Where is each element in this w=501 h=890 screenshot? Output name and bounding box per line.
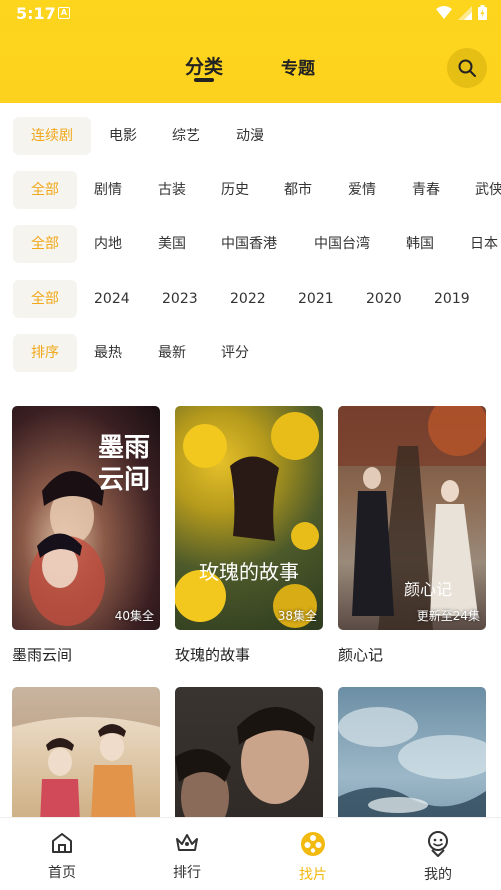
filter-year-2023[interactable]: 2023	[162, 280, 198, 318]
filter-genre-drama[interactable]: 剧情	[94, 171, 122, 209]
filter-region-korea[interactable]: 韩国	[406, 225, 434, 263]
filter-region-hongkong[interactable]: 中国香港	[221, 225, 277, 263]
show-card[interactable]: 墨雨 云间 40集全 墨雨云间	[12, 406, 160, 665]
tab-category[interactable]: 分类	[185, 52, 223, 79]
filter-type-anime[interactable]: 动漫	[236, 117, 264, 155]
poster-art	[175, 412, 319, 628]
filter-genre-history[interactable]: 历史	[221, 171, 249, 209]
filter-year-2020[interactable]: 2020	[366, 280, 402, 318]
filter-type-variety[interactable]: 综艺	[172, 117, 200, 155]
nav-ranking[interactable]: 排行	[157, 830, 217, 882]
poster-title-text: 颜心记	[404, 580, 453, 599]
show-card[interactable]: 玫瑰的故事 38集全 玫瑰的故事	[175, 406, 323, 665]
filter-year-all[interactable]: 全部	[13, 280, 77, 318]
filter-row-sort: 排序 最热 最新 评分	[0, 334, 501, 372]
poster-image: 颜心记 更新至24集	[338, 406, 486, 630]
poster-image: 玫瑰的故事 38集全	[175, 406, 323, 630]
bottom-nav: 首页 排行 找片 我的	[0, 817, 501, 890]
filter-row-type: 连续剧 电影 综艺 动漫	[0, 117, 501, 155]
header: 5:17 A 分类 专题	[0, 0, 501, 103]
film-reel-icon	[301, 832, 325, 856]
filter-genre-all[interactable]: 全部	[13, 171, 77, 209]
filter-genre-urban[interactable]: 都市	[284, 171, 312, 209]
nav-home[interactable]: 首页	[32, 830, 92, 882]
nav-mine-label: 我的	[424, 867, 452, 883]
filter-year-2019[interactable]: 2019	[434, 280, 470, 318]
filter-year-2022[interactable]: 2022	[230, 280, 266, 318]
active-tab-indicator	[194, 78, 214, 82]
filter-genre-youth[interactable]: 青春	[412, 171, 440, 209]
status-icons	[436, 5, 487, 20]
profile-icon	[428, 831, 448, 857]
filter-type-series[interactable]: 连续剧	[13, 117, 91, 155]
home-icon	[52, 833, 72, 853]
filter-sort-rating[interactable]: 评分	[221, 334, 249, 372]
nav-find-label: 找片	[299, 867, 327, 883]
filter-row-region: 全部 内地 美国 中国香港 中国台湾 韩国 日本	[0, 225, 501, 263]
filter-year-2024[interactable]: 2024	[94, 280, 130, 318]
filter-row-year: 全部 2024 2023 2022 2021 2020 2019	[0, 280, 501, 318]
filter-region-all[interactable]: 全部	[13, 225, 77, 263]
show-title: 墨雨云间	[12, 646, 73, 664]
show-card[interactable]: 颜心记 更新至24集 颜心记	[338, 406, 486, 665]
show-title: 玫瑰的故事	[175, 646, 251, 664]
poster-image: 墨雨 云间 40集全	[12, 406, 160, 630]
filter-genre-wuxia[interactable]: 武侠	[475, 171, 501, 209]
filter-region-usa[interactable]: 美国	[158, 225, 186, 263]
filter-year-2021[interactable]: 2021	[298, 280, 334, 318]
episode-badge: 40集全	[114, 609, 154, 623]
nav-mine[interactable]: 我的	[408, 830, 468, 884]
tab-topics[interactable]: 专题	[281, 54, 315, 79]
signal-icon	[458, 5, 472, 20]
poster-title-text: 玫瑰的故事	[199, 560, 299, 584]
filter-row-genre: 全部 剧情 古装 历史 都市 爱情 青春 武侠	[0, 171, 501, 209]
filter-region-mainland[interactable]: 内地	[94, 225, 122, 263]
filter-sort-label[interactable]: 排序	[13, 334, 77, 372]
episode-badge: 38集全	[277, 609, 317, 623]
wifi-icon	[436, 5, 452, 19]
top-tabs: 分类 专题	[0, 52, 501, 82]
filter-region-japan[interactable]: 日本	[470, 225, 498, 263]
poster-title-text: 墨雨 云间	[97, 433, 150, 495]
search-icon	[458, 59, 476, 77]
status-bar: 5:17 A	[0, 0, 501, 30]
filter-genre-costume[interactable]: 古装	[158, 171, 186, 209]
episode-badge: 更新至24集	[416, 609, 480, 623]
nav-ranking-label: 排行	[173, 865, 201, 881]
show-title: 颜心记	[338, 646, 384, 664]
nav-find[interactable]: 找片	[283, 830, 343, 884]
filter-sort-hottest[interactable]: 最热	[94, 334, 122, 372]
filter-sort-newest[interactable]: 最新	[158, 334, 186, 372]
filter-type-movie[interactable]: 电影	[109, 117, 137, 155]
search-button[interactable]	[447, 48, 487, 88]
filter-genre-romance[interactable]: 爱情	[348, 171, 376, 209]
notification-app-icon: A	[58, 7, 70, 19]
crown-icon	[176, 834, 198, 851]
filter-region-taiwan[interactable]: 中国台湾	[314, 225, 370, 263]
battery-icon	[478, 5, 487, 20]
status-time: 5:17	[16, 4, 56, 23]
nav-home-label: 首页	[48, 865, 76, 881]
